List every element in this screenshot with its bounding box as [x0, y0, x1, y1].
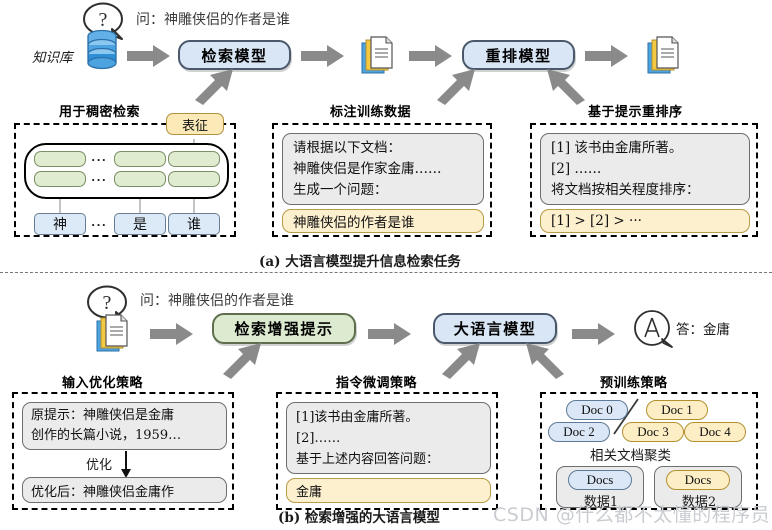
section-title-prompt-rerank: 基于提示重排序 [588, 105, 683, 120]
hidden-node [34, 171, 86, 187]
section-title-instruction-tuning: 指令微调策略 [336, 376, 418, 391]
block-arrow-upright-icon [190, 68, 240, 106]
cluster-pill-0: Docs [568, 470, 632, 490]
caption-a: (a) 大语言模型提升信息检索任务 [259, 254, 461, 270]
prompt-box: 请根据以下文档： 神雕侠侣是作家金庸…… 生成一个问题： [282, 133, 484, 205]
block-arrow-upright-icon [218, 342, 268, 380]
hidden-node [34, 151, 86, 167]
rag-prompt-box[interactable]: 检索增强提示 [212, 313, 356, 344]
figure-canvas: ? 问：神雕侠侣的作者是谁 知识库 检索模型 重排模型 用于稠密检索 表征 ··… [0, 0, 772, 530]
documents-icon [646, 35, 684, 84]
hidden-node [114, 171, 166, 187]
svg-text:?: ? [103, 292, 112, 314]
panel-divider [0, 272, 772, 273]
block-arrow-upleft-icon [540, 68, 590, 106]
section-title-input-optimization: 输入优化策略 [62, 376, 144, 391]
representation-node: 表征 [166, 113, 224, 135]
hidden-node [168, 151, 220, 167]
cluster-name-0: 数据1 [583, 495, 619, 510]
block-arrow-right-icon [150, 322, 194, 346]
block-arrow-right-icon [409, 44, 453, 68]
block-arrow-upright-icon [437, 342, 487, 380]
prompt-line-2: 生成一个问题： [293, 181, 388, 198]
prompt-line-1: 神雕侠侣是作家金庸…… [293, 160, 442, 177]
doc-pill-3: Doc 3 [622, 422, 684, 442]
prompt-box: [1]该书由金庸所著。 [2]…… 基于上述内容回答问题： [286, 402, 491, 474]
dense-retrieval-panel: 表征 ··· ··· 神 是 谁 ··· [14, 113, 236, 237]
prompt-rerank-panel: [1] 该书由金庸所著。 [2] …… 将文档按相关程度排序： [1] > [2… [530, 123, 758, 237]
block-arrow-right-icon [301, 44, 345, 68]
block-arrow-right-icon [368, 322, 412, 346]
token-0: 神 [34, 213, 86, 235]
ellipsis: ··· [91, 152, 108, 167]
section-title-dense-retrieval: 用于稠密检索 [59, 105, 141, 120]
prompt-line-1: [2] …… [551, 160, 602, 177]
prompt-line-0: 请根据以下文档： [293, 139, 401, 156]
prompt-line-0: [1] 该书由金庸所著。 [551, 139, 683, 156]
documents-icon [360, 35, 398, 84]
cluster-pill-1: Docs [666, 470, 730, 490]
knowledge-base-label: 知识库 [32, 50, 73, 66]
panel-a-question: 问：神雕侠侣的作者是谁 [136, 12, 290, 28]
rerank-output-box: [1] > [2] > ··· [540, 209, 750, 233]
input-optimization-panel: 原提示：神雕侠侣是金庸 创作的长篇小说，1959… 优化 优化后：神雕侠侣金庸作 [12, 392, 234, 510]
hidden-node [168, 171, 220, 187]
cluster-name-1: 数据2 [681, 495, 717, 510]
optimize-arrow-label: 优化 [86, 458, 113, 473]
generated-output-box: 神雕侠侣的作者是谁 [282, 209, 484, 233]
ellipsis: ··· [91, 172, 108, 187]
labelled-data-panel: 请根据以下文档： 神雕侠侣是作家金庸…… 生成一个问题： 神雕侠侣的作者是谁 [272, 123, 492, 237]
prompt-line-0: [1]该书由金庸所著。 [296, 409, 419, 425]
database-icon [86, 29, 118, 76]
token-1: 是 [114, 213, 166, 235]
block-arrow-right-icon [127, 44, 171, 68]
pretraining-panel: Doc 0 Doc 1 Doc 2 Doc 3 Doc 4 相关文档聚类 Doc… [540, 392, 758, 510]
block-arrow-right-icon [585, 44, 629, 68]
retriever-model-box[interactable]: 检索模型 [178, 40, 291, 70]
prompt-box: [1] 该书由金庸所著。 [2] …… 将文档按相关程度排序： [540, 133, 750, 205]
answer-text: 答：金庸 [676, 322, 730, 338]
block-arrow-right-icon [572, 322, 616, 346]
answer-bubble-icon [633, 309, 677, 354]
cluster-box-1: Docs 数据2 [654, 466, 742, 510]
prompt-line-2: 将文档按相关程度排序： [551, 181, 700, 198]
original-line-1: 创作的长篇小说，1959… [31, 428, 182, 443]
documents-icon [95, 313, 133, 362]
prompt-line-1: [2]…… [296, 430, 341, 446]
doc-pill-4: Doc 4 [684, 422, 746, 442]
original-line-0: 原提示：神雕侠侣是金庸 [31, 408, 175, 423]
prompt-line-2: 基于上述内容回答问题： [296, 451, 440, 467]
doc-pill-0: Doc 0 [566, 400, 628, 420]
llm-model-box[interactable]: 大语言模型 [433, 313, 557, 344]
tuning-output-box: 金庸 [286, 478, 491, 503]
doc-pill-1: Doc 1 [646, 400, 708, 420]
ellipsis: ··· [91, 217, 108, 232]
section-title-labelled-data: 标注训练数据 [330, 105, 412, 120]
instruction-tuning-panel: [1]该书由金庸所著。 [2]…… 基于上述内容回答问题： 金庸 [276, 392, 498, 510]
doc-pill-2: Doc 2 [548, 422, 610, 442]
reranker-model-box[interactable]: 重排模型 [462, 40, 575, 70]
block-arrow-upleft-icon [519, 342, 569, 380]
panel-b-question: 问：神雕侠侣的作者是谁 [140, 293, 294, 309]
optimized-prompt-box: 优化后：神雕侠侣金庸作 [22, 477, 227, 503]
cluster-box-0: Docs 数据1 [556, 466, 644, 510]
block-arrow-upright-icon [432, 68, 482, 106]
original-prompt-box: 原提示：神雕侠侣是金庸 创作的长篇小说，1959… [22, 402, 227, 450]
token-2: 谁 [168, 213, 220, 235]
caption-b: (b) 检索增强的大语言模型 [278, 510, 440, 526]
hidden-node [114, 151, 166, 167]
cluster-label: 相关文档聚类 [590, 448, 671, 464]
svg-text:?: ? [99, 9, 108, 31]
section-title-pretraining: 预训练策略 [600, 376, 668, 391]
